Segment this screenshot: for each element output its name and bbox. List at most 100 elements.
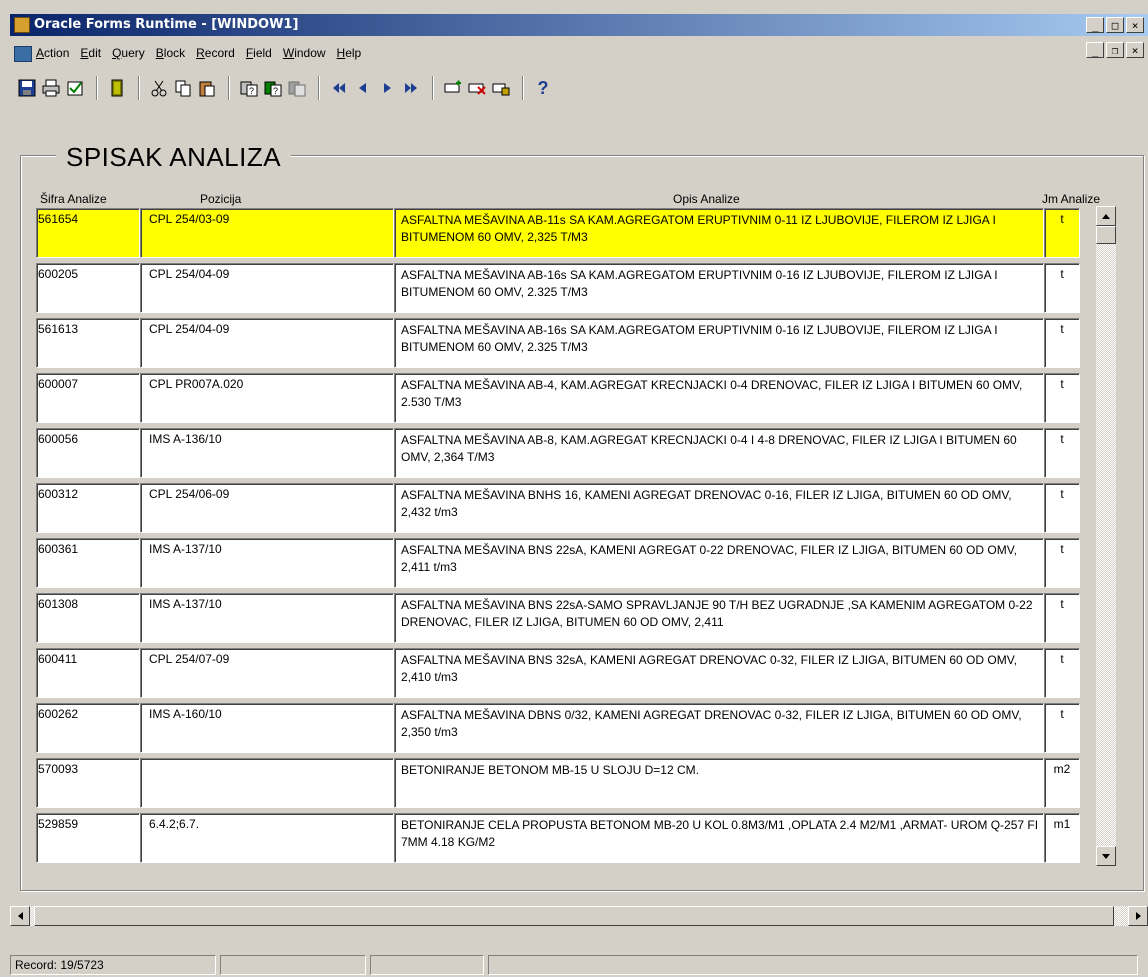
cell-opis[interactable]: BETONIRANJE BETONOM MB-15 U SLOJU D=12 C… (394, 758, 1044, 808)
cell-jm[interactable]: t (1044, 318, 1080, 368)
cell-jm[interactable]: t (1044, 593, 1080, 643)
cell-opis[interactable]: ASFALTNA MEŠAVINA AB-16s SA KAM.AGREGATO… (394, 263, 1044, 313)
cut-icon[interactable] (148, 77, 170, 99)
cell-opis[interactable]: ASFALTNA MEŠAVINA BNHS 16, KAMENI AGREGA… (394, 483, 1044, 533)
cell-sifra[interactable]: 600056 (36, 428, 140, 478)
table-row[interactable]: 600205 CPL 254/04-09 ASFALTNA MEŠAVINA A… (36, 263, 1080, 315)
scroll-right-icon[interactable] (1128, 906, 1148, 926)
lock-record-icon[interactable] (490, 77, 512, 99)
doc-minimize-button[interactable]: _ (1086, 42, 1104, 58)
previous-block-icon[interactable] (328, 77, 350, 99)
close-form-icon[interactable] (64, 77, 86, 99)
scroll-down-icon[interactable] (1096, 846, 1116, 866)
cell-opis[interactable]: ASFALTNA MEŠAVINA BNS 32sA, KAMENI AGREG… (394, 648, 1044, 698)
table-row[interactable]: 570093 BETONIRANJE BETONOM MB-15 U SLOJU… (36, 758, 1080, 810)
cell-jm[interactable]: t (1044, 483, 1080, 533)
close-button[interactable]: × (1126, 17, 1144, 33)
table-row[interactable]: 600262 IMS A-160/10 ASFALTNA MEŠAVINA DB… (36, 703, 1080, 755)
table-row[interactable]: 600361 IMS A-137/10 ASFALTNA MEŠAVINA BN… (36, 538, 1080, 590)
scroll-thumb[interactable] (1096, 226, 1116, 244)
table-row[interactable]: 601308 IMS A-137/10 ASFALTNA MEŠAVINA BN… (36, 593, 1080, 645)
hscroll-thumb[interactable] (34, 906, 1114, 926)
table-row[interactable]: 600312 CPL 254/06-09 ASFALTNA MEŠAVINA B… (36, 483, 1080, 535)
menu-record[interactable]: Record (196, 46, 235, 60)
cell-sifra[interactable]: 600262 (36, 703, 140, 753)
cell-opis[interactable]: ASFALTNA MEŠAVINA AB-16s SA KAM.AGREGATO… (394, 318, 1044, 368)
cell-sifra[interactable]: 600205 (36, 263, 140, 313)
cell-pozicija[interactable]: IMS A-136/10 (140, 428, 394, 478)
cell-jm[interactable]: t (1044, 373, 1080, 423)
table-row[interactable]: 561654 CPL 254/03-09 ASFALTNA MEŠAVINA A… (36, 208, 1080, 260)
paste-icon[interactable] (196, 77, 218, 99)
cell-opis[interactable]: BETONIRANJE CELA PROPUSTA BETONOM MB-20 … (394, 813, 1044, 863)
cell-sifra[interactable]: 600411 (36, 648, 140, 698)
table-row[interactable]: 529859 6.4.2;6.7. BETONIRANJE CELA PROPU… (36, 813, 1080, 865)
cell-jm[interactable]: t (1044, 703, 1080, 753)
cell-pozicija[interactable]: IMS A-137/10 (140, 538, 394, 588)
cell-sifra[interactable]: 600361 (36, 538, 140, 588)
cell-opis[interactable]: ASFALTNA MEŠAVINA AB-11s SA KAM.AGREGATO… (394, 208, 1044, 258)
cell-jm[interactable]: m2 (1044, 758, 1080, 808)
menu-help[interactable]: Help (337, 46, 362, 60)
cell-jm[interactable]: t (1044, 263, 1080, 313)
cell-sifra[interactable]: 561613 (36, 318, 140, 368)
menu-window[interactable]: Window (283, 46, 326, 60)
menu-query[interactable]: Query (112, 46, 145, 60)
minimize-button[interactable]: _ (1086, 17, 1104, 33)
next-record-icon[interactable] (376, 77, 398, 99)
cell-opis[interactable]: ASFALTNA MEŠAVINA AB-4, KAM.AGREGAT KREC… (394, 373, 1044, 423)
help-icon[interactable]: ? (532, 77, 554, 99)
cell-jm[interactable]: t (1044, 648, 1080, 698)
scroll-up-icon[interactable] (1096, 206, 1116, 226)
print-icon[interactable] (40, 77, 62, 99)
cell-opis[interactable]: ASFALTNA MEŠAVINA AB-8, KAM.AGREGAT KREC… (394, 428, 1044, 478)
scroll-left-icon[interactable] (10, 906, 30, 926)
document-icon[interactable] (14, 46, 32, 62)
menu-field[interactable]: Field (246, 46, 272, 60)
insert-record-icon[interactable] (442, 77, 464, 99)
delete-record-icon[interactable] (466, 77, 488, 99)
next-block-icon[interactable] (400, 77, 422, 99)
table-row[interactable]: 561613 CPL 254/04-09 ASFALTNA MEŠAVINA A… (36, 318, 1080, 370)
table-row[interactable]: 600007 CPL PR007A.020 ASFALTNA MEŠAVINA … (36, 373, 1080, 425)
cell-pozicija[interactable]: CPL 254/03-09 (140, 208, 394, 258)
doc-close-button[interactable]: × (1126, 42, 1144, 58)
menu-block[interactable]: Block (156, 46, 185, 60)
table-row[interactable]: 600056 IMS A-136/10 ASFALTNA MEŠAVINA AB… (36, 428, 1080, 480)
cell-opis[interactable]: ASFALTNA MEŠAVINA BNS 22sA, KAMENI AGREG… (394, 538, 1044, 588)
doc-restore-button[interactable]: ❐ (1106, 42, 1124, 58)
cell-sifra[interactable]: 570093 (36, 758, 140, 808)
cell-pozicija[interactable]: IMS A-137/10 (140, 593, 394, 643)
cell-pozicija[interactable]: CPL 254/04-09 (140, 263, 394, 313)
execute-query-icon[interactable]: ? (262, 77, 284, 99)
horizontal-scrollbar[interactable] (10, 906, 1148, 926)
cell-sifra[interactable]: 600312 (36, 483, 140, 533)
cell-pozicija[interactable] (140, 758, 394, 808)
cell-pozicija[interactable]: 6.4.2;6.7. (140, 813, 394, 863)
cell-pozicija[interactable]: CPL PR007A.020 (140, 373, 394, 423)
cell-sifra[interactable]: 561654 (36, 208, 140, 258)
exit-icon[interactable] (106, 77, 128, 99)
cell-opis[interactable]: ASFALTNA MEŠAVINA BNS 22sA-SAMO SPRAVLJA… (394, 593, 1044, 643)
cell-jm[interactable]: m1 (1044, 813, 1080, 863)
cell-pozicija[interactable]: CPL 254/07-09 (140, 648, 394, 698)
cell-jm[interactable]: t (1044, 538, 1080, 588)
vertical-scrollbar[interactable] (1096, 206, 1116, 866)
menu-edit[interactable]: Edit (80, 46, 101, 60)
save-icon[interactable] (16, 77, 38, 99)
table-row[interactable]: 600411 CPL 254/07-09 ASFALTNA MEŠAVINA B… (36, 648, 1080, 700)
cell-sifra[interactable]: 601308 (36, 593, 140, 643)
maximize-button[interactable]: □ (1106, 17, 1124, 33)
copy-icon[interactable] (172, 77, 194, 99)
cell-pozicija[interactable]: IMS A-160/10 (140, 703, 394, 753)
enter-query-icon[interactable]: ? (238, 77, 260, 99)
cell-opis[interactable]: ASFALTNA MEŠAVINA DBNS 0/32, KAMENI AGRE… (394, 703, 1044, 753)
title-bar[interactable]: Oracle Forms Runtime - [WINDOW1] _ □ × (10, 14, 1148, 36)
previous-record-icon[interactable] (352, 77, 374, 99)
cell-pozicija[interactable]: CPL 254/06-09 (140, 483, 394, 533)
menu-action[interactable]: Action (36, 46, 69, 60)
cell-jm[interactable]: t (1044, 428, 1080, 478)
cell-jm[interactable]: t (1044, 208, 1080, 258)
cell-pozicija[interactable]: CPL 254/04-09 (140, 318, 394, 368)
cell-sifra[interactable]: 600007 (36, 373, 140, 423)
